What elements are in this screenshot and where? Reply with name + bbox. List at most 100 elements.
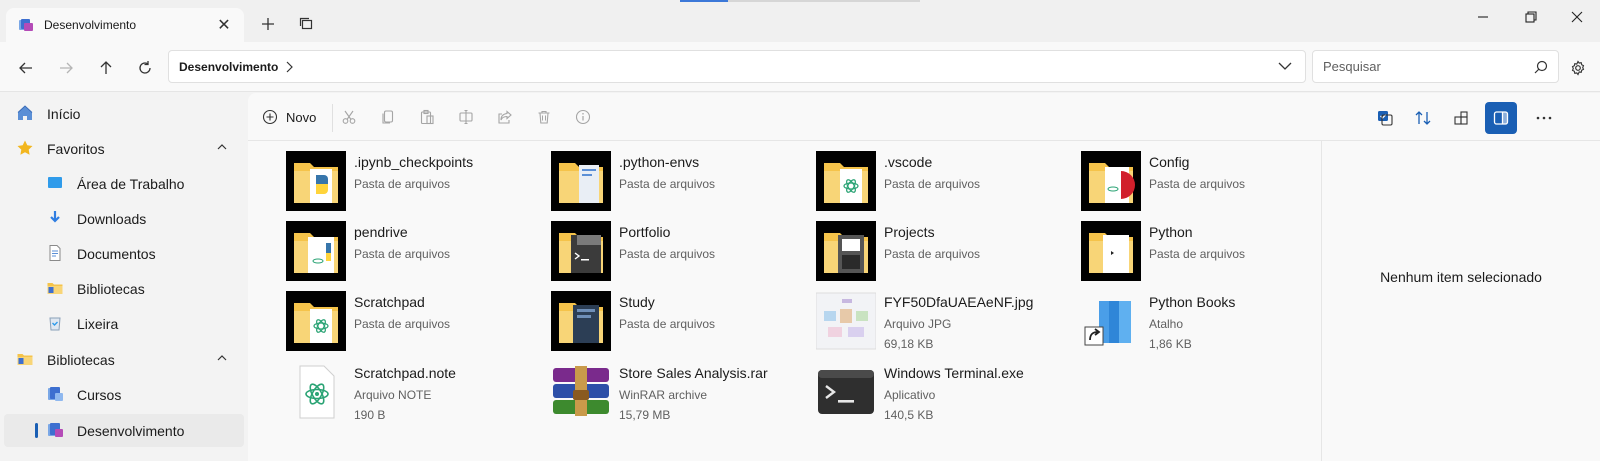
search-box[interactable] xyxy=(1312,50,1559,83)
address-bar[interactable]: Desenvolvimento xyxy=(168,50,1306,83)
sidebar-item-label: Favoritos xyxy=(47,140,105,157)
file-type: Pasta de arquivos xyxy=(619,177,716,191)
file-name: Scratchpad xyxy=(354,294,425,310)
file-item[interactable]: Python Books Atalho 1,86 KB xyxy=(1043,281,1307,351)
back-button[interactable] xyxy=(11,53,41,83)
sort-button[interactable] xyxy=(1407,102,1439,134)
new-button-label: Novo xyxy=(286,109,317,125)
file-name: Store Sales Analysis.rar xyxy=(619,365,768,381)
chevron-up-icon[interactable] xyxy=(216,352,228,364)
sidebar-item-bibliotecas[interactable]: Bibliotecas xyxy=(4,343,244,376)
details-pane-button[interactable] xyxy=(1485,102,1517,134)
file-size: 15,79 MB xyxy=(619,408,671,422)
file-type: Pasta de arquivos xyxy=(1149,247,1246,261)
file-size: 69,18 KB xyxy=(884,337,934,351)
more-options-button[interactable] xyxy=(1528,102,1560,134)
rename-icon[interactable] xyxy=(456,107,476,127)
properties-icon[interactable] xyxy=(573,107,593,127)
sidebar-item-label: Início xyxy=(47,105,81,122)
chevron-down-icon[interactable] xyxy=(1277,58,1293,74)
forward-button[interactable] xyxy=(51,53,81,83)
new-tab-button[interactable] xyxy=(254,10,282,38)
selection-indicator xyxy=(35,423,38,438)
breadcrumb-desenvolvimento[interactable]: Desenvolvimento xyxy=(179,60,278,74)
file-item[interactable]: Python Pasta de arquivos xyxy=(1043,211,1307,281)
new-button[interactable]: Novo xyxy=(262,104,316,130)
chevron-up-icon[interactable] xyxy=(216,141,228,153)
copy-icon[interactable] xyxy=(378,107,398,127)
folder-terminal-icon xyxy=(551,221,611,281)
sidebar-item-downloads[interactable]: Downloads xyxy=(4,202,244,235)
cut-icon[interactable] xyxy=(339,107,359,127)
file-type: Pasta de arquivos xyxy=(619,247,716,261)
sidebar-item-label: Área de Trabalho xyxy=(77,175,185,192)
refresh-button[interactable] xyxy=(130,53,160,83)
settings-button[interactable] xyxy=(1565,55,1591,81)
restore-button[interactable] xyxy=(1508,0,1554,34)
minimize-button[interactable] xyxy=(1460,0,1506,34)
file-item[interactable]: Windows Terminal.exe Aplicativo 140,5 KB xyxy=(778,352,1042,422)
sidebar-item-documentos[interactable]: Documentos xyxy=(4,237,244,270)
search-input[interactable] xyxy=(1323,59,1534,74)
delete-icon[interactable] xyxy=(534,107,554,127)
window-top-strip xyxy=(680,0,920,2)
select-all-button[interactable] xyxy=(1369,102,1401,134)
file-size: 140,5 KB xyxy=(884,408,934,422)
file-item[interactable]: .vscode Pasta de arquivos xyxy=(778,141,1042,211)
file-name: .ipynb_checkpoints xyxy=(354,154,474,170)
file-item[interactable]: Study Pasta de arquivos xyxy=(513,281,777,351)
file-name: Study xyxy=(619,294,655,310)
file-type: Arquivo JPG xyxy=(884,317,952,331)
sidebar-item-inicio[interactable]: Início xyxy=(4,97,244,130)
folder-python-icon xyxy=(286,151,346,211)
file-name: Python Books xyxy=(1149,294,1236,310)
file-item[interactable]: .ipynb_checkpoints Pasta de arquivos xyxy=(248,141,512,211)
sort-icon xyxy=(1415,111,1431,125)
share-icon[interactable] xyxy=(495,107,515,127)
file-item[interactable]: Scratchpad.note Arquivo NOTE 190 B xyxy=(248,352,512,422)
sidebar: Início Favoritos Área de Trabalho Downlo… xyxy=(0,93,248,461)
close-tab-icon[interactable]: ✕ xyxy=(214,15,234,35)
duplicate-tab-button[interactable] xyxy=(292,10,320,38)
folder-red-icon xyxy=(1081,151,1141,211)
tab-desenvolvimento[interactable]: Desenvolvimento ✕ xyxy=(6,8,244,42)
sidebar-item-label: Cursos xyxy=(77,386,122,403)
checkbox-select-icon xyxy=(1378,111,1393,126)
file-item[interactable]: .python-envs Pasta de arquivos xyxy=(513,141,777,211)
library-icon xyxy=(19,19,33,31)
sidebar-item-bibliotecas-fav[interactable]: Bibliotecas xyxy=(4,272,244,305)
file-type: Aplicativo xyxy=(884,388,936,402)
file-item[interactable]: Scratchpad Pasta de arquivos xyxy=(248,281,512,351)
file-type: Pasta de arquivos xyxy=(354,247,451,261)
up-button[interactable] xyxy=(91,53,121,83)
paste-icon[interactable] xyxy=(417,107,437,127)
chevron-right-icon[interactable] xyxy=(284,61,294,73)
sidebar-item-lixeira[interactable]: Lixeira xyxy=(4,307,244,340)
file-item[interactable]: Config Pasta de arquivos xyxy=(1043,141,1307,211)
file-type: Arquivo NOTE xyxy=(354,388,432,402)
file-item[interactable]: pendrive Pasta de arquivos xyxy=(248,211,512,281)
file-item[interactable]: FYF50DfaUAEAeNF.jpg Arquivo JPG 69,18 KB xyxy=(778,281,1042,351)
sidebar-item-area-de-trabalho[interactable]: Área de Trabalho xyxy=(4,167,244,200)
file-type: Atalho xyxy=(1149,317,1184,331)
folder-icon xyxy=(1081,221,1141,281)
file-item[interactable]: Store Sales Analysis.rar WinRAR archive … xyxy=(513,352,777,422)
file-name: Python xyxy=(1149,224,1193,240)
file-item[interactable]: Projects Pasta de arquivos xyxy=(778,211,1042,281)
search-icon[interactable] xyxy=(1534,60,1548,74)
file-size: 190 B xyxy=(354,408,386,422)
close-window-button[interactable] xyxy=(1554,0,1600,34)
sidebar-item-favoritos[interactable]: Favoritos xyxy=(4,132,244,165)
layout-button[interactable] xyxy=(1445,102,1477,134)
sidebar-item-label: Bibliotecas xyxy=(47,351,115,368)
folder-python-icon xyxy=(286,221,346,281)
sidebar-item-cursos[interactable]: Cursos xyxy=(4,378,244,411)
navigation-bar: Desenvolvimento xyxy=(0,42,1600,92)
sidebar-item-label: Downloads xyxy=(77,210,147,227)
terminal-icon xyxy=(818,370,874,414)
gear-icon xyxy=(1571,60,1585,76)
sidebar-item-desenvolvimento[interactable]: Desenvolvimento xyxy=(4,414,244,447)
file-item[interactable]: Portfolio Pasta de arquivos xyxy=(513,211,777,281)
file-type: Pasta de arquivos xyxy=(1149,177,1246,191)
file-grid: .ipynb_checkpoints Pasta de arquivos .py… xyxy=(248,141,1338,461)
